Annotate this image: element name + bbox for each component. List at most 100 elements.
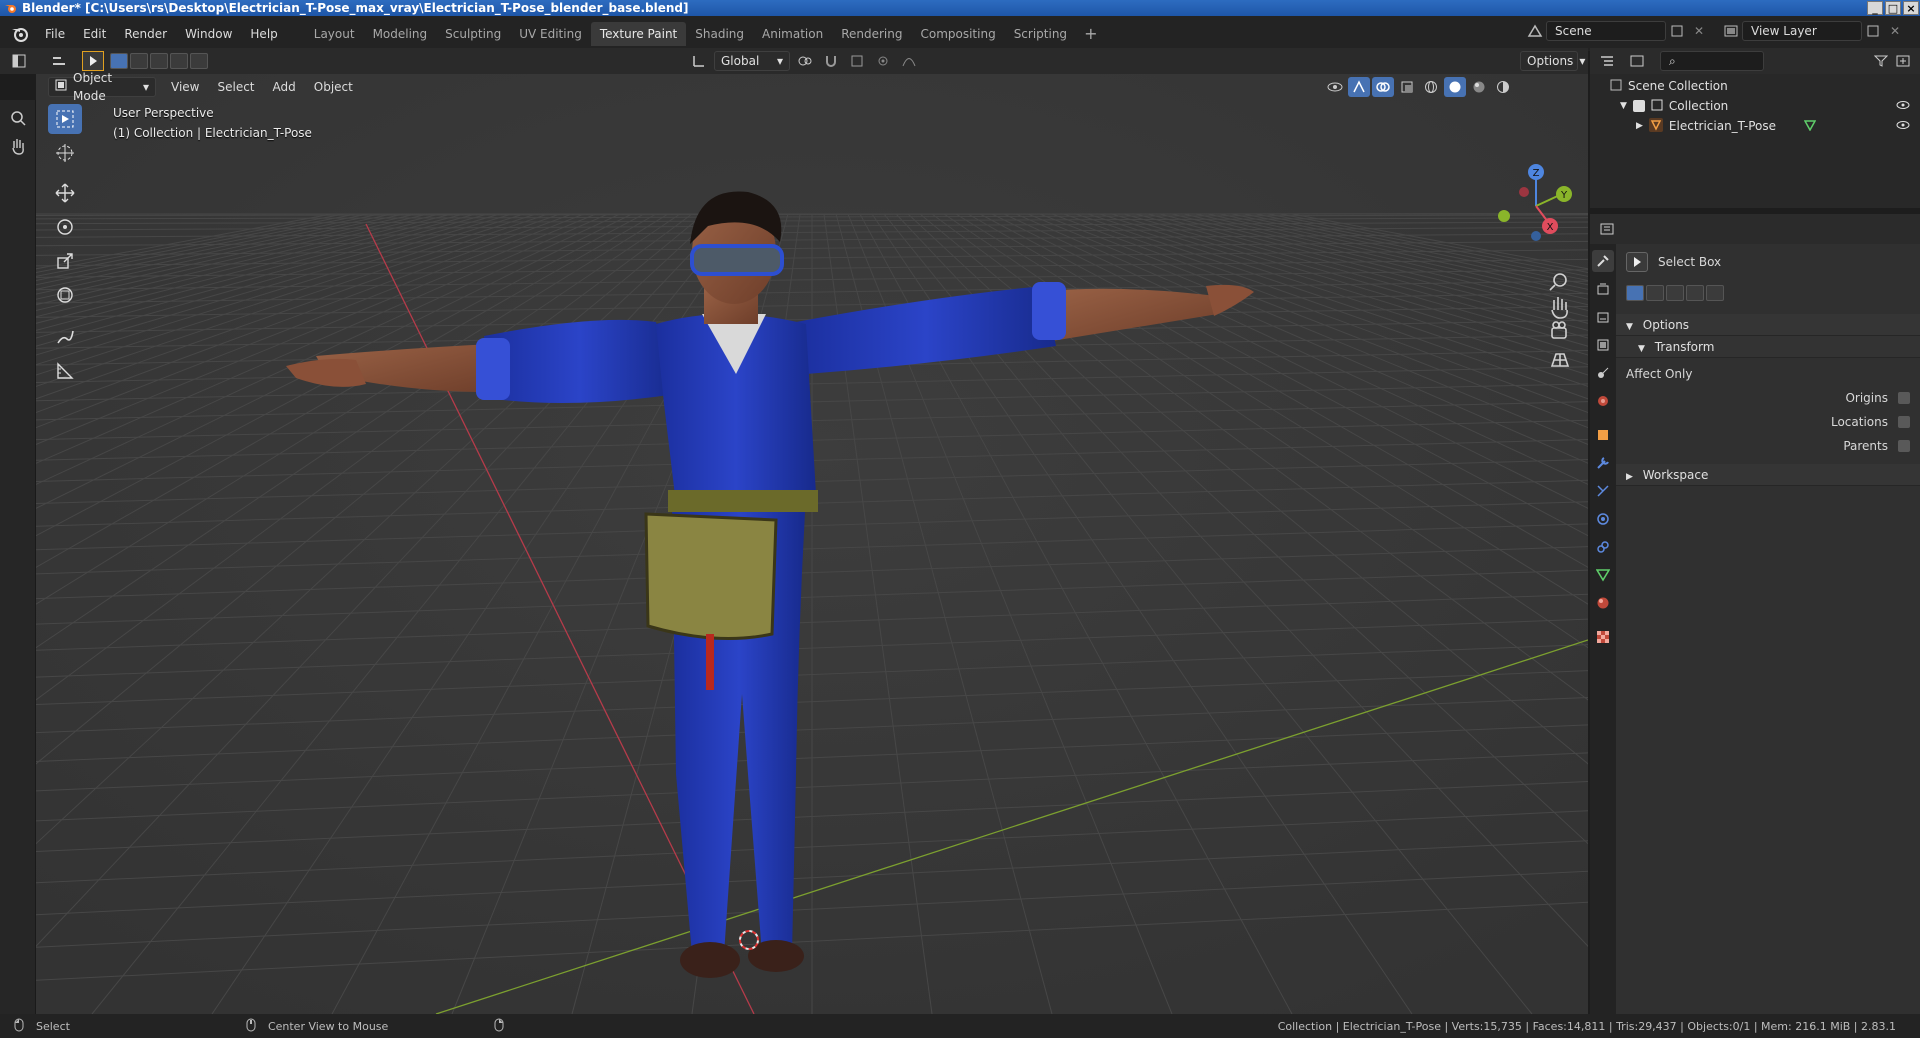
snap-target-icon[interactable] [846,51,868,71]
hand-icon[interactable] [8,136,28,156]
tab-scripting[interactable]: Scripting [1005,22,1076,46]
properties-editor-icon[interactable] [1596,219,1618,239]
delete-scene-icon[interactable]: ✕ [1688,21,1710,41]
scale-tool-icon[interactable] [48,246,82,276]
annotate-tool-icon[interactable] [48,322,82,352]
locations-row[interactable]: Locations [1616,410,1920,434]
object-tab-icon[interactable] [1592,424,1614,446]
transform-tool-icon[interactable] [48,280,82,310]
modifier-tab-icon[interactable] [1592,452,1614,474]
scene-name-field[interactable]: Scene [1546,21,1666,41]
gizmo-neg-z-icon[interactable] [1531,231,1541,241]
extend-selection-icon[interactable] [130,53,148,69]
data-tab-icon[interactable] [1592,564,1614,586]
collection-checkbox[interactable] [1632,100,1645,112]
filter-icon[interactable] [1870,51,1892,71]
rotate-tool-icon[interactable] [48,212,82,242]
physics-tab-icon[interactable] [1592,508,1614,530]
material-tab-icon[interactable] [1592,592,1614,614]
locations-checkbox[interactable] [1898,416,1910,428]
zoom-region-icon[interactable] [8,108,28,128]
constraints-tab-icon[interactable] [1592,536,1614,558]
rendered-shading-icon[interactable] [1492,77,1514,97]
extend-selection-icon[interactable] [1646,285,1664,301]
tool-settings-icon[interactable] [48,51,70,71]
render-tab-icon[interactable] [1592,278,1614,300]
outliner-search-input[interactable]: ⌕ [1660,51,1764,71]
menu-help[interactable]: Help [241,22,286,46]
maximize-button[interactable]: □ [1885,1,1901,15]
origins-checkbox[interactable] [1898,392,1910,404]
mode-dropdown[interactable]: Object Mode ▾ [48,71,156,103]
solid-shading-icon[interactable] [1444,77,1466,97]
intersect-selection-icon[interactable] [1706,285,1724,301]
tab-uv-editing[interactable]: UV Editing [510,22,591,46]
wireframe-shading-icon[interactable] [1420,77,1442,97]
select-tool-icon[interactable] [82,51,104,71]
menu-file[interactable]: File [36,22,74,46]
expand-arrow-icon[interactable]: ▼ [1620,101,1627,111]
close-button[interactable]: × [1903,1,1919,15]
material-preview-icon[interactable] [1468,77,1490,97]
tab-sculpting[interactable]: Sculpting [436,22,510,46]
intersect-selection-icon[interactable] [190,53,208,69]
scene-tab-icon[interactable] [1592,362,1614,384]
tab-rendering[interactable]: Rendering [832,22,911,46]
eye-icon[interactable] [1896,119,1910,133]
new-collection-icon[interactable] [1892,51,1914,71]
view-layer-field[interactable]: View Layer [1742,21,1862,41]
add-workspace-button[interactable]: + [1076,24,1105,43]
select-menu[interactable]: Select [208,75,263,99]
set-new-selection-icon[interactable] [110,53,128,69]
set-selection-icon[interactable] [1626,285,1644,301]
visibility-icon[interactable] [1324,77,1346,97]
scene-icon[interactable] [1524,21,1546,41]
xray-toggle-icon[interactable] [1396,77,1418,97]
blender-menu-icon[interactable] [10,24,30,44]
origins-row[interactable]: Origins [1616,386,1920,410]
parents-row[interactable]: Parents [1616,434,1920,458]
output-tab-icon[interactable] [1592,306,1614,328]
orientation-dropdown[interactable]: Global ▾ [714,51,790,71]
particles-tab-icon[interactable] [1592,480,1614,502]
menu-render[interactable]: Render [115,22,176,46]
minimize-button[interactable]: _ [1867,1,1883,15]
tool-settings-tab-icon[interactable] [1592,250,1614,272]
overlays-toggle-icon[interactable] [1372,77,1394,97]
eye-icon[interactable] [1896,99,1910,113]
tab-texture-paint[interactable]: Texture Paint [590,21,687,46]
outliner-editor-icon[interactable] [1596,51,1618,71]
options-dropdown[interactable]: Options ▾ [1520,51,1585,71]
scene-collection-row[interactable]: Scene Collection [1590,76,1920,96]
new-view-layer-icon[interactable] [1862,21,1884,41]
subtract-selection-icon[interactable] [150,53,168,69]
display-mode-icon[interactable] [1626,51,1648,71]
invert-selection-icon[interactable] [170,53,188,69]
object-row[interactable]: ▶ Electrician_T-Pose [1590,116,1920,136]
options-panel-header[interactable]: ▼ Options [1616,314,1920,336]
transform-subpanel-header[interactable]: ▼ Transform [1616,336,1920,358]
tab-compositing[interactable]: Compositing [911,22,1004,46]
view-menu[interactable]: View [162,75,208,99]
snap-icon[interactable] [820,51,842,71]
tab-layout[interactable]: Layout [305,22,364,46]
view-layer-tab-icon[interactable] [1592,334,1614,356]
view-layer-icon[interactable] [1720,21,1742,41]
texture-tab-icon[interactable] [1592,626,1614,648]
subtract-selection-icon[interactable] [1666,285,1684,301]
proportional-editing-icon[interactable] [872,51,894,71]
move-tool-icon[interactable] [48,178,82,208]
tab-shading[interactable]: Shading [686,22,753,46]
editor-type-icon[interactable] [8,51,30,71]
world-tab-icon[interactable] [1592,390,1614,412]
invert-selection-icon[interactable] [1686,285,1704,301]
collection-row[interactable]: ▼ Collection [1590,96,1920,116]
3d-viewport[interactable]: Z Y X User Perspective (1) Collection | … [36,74,1588,1014]
viewport-canvas[interactable]: Z Y X [36,74,1588,1014]
delete-view-layer-icon[interactable]: ✕ [1884,21,1906,41]
object-menu[interactable]: Object [305,75,362,99]
select-box-tool-icon[interactable] [48,104,82,134]
tab-modeling[interactable]: Modeling [364,22,437,46]
gizmo-neg-x-icon[interactable] [1519,187,1529,197]
menu-window[interactable]: Window [176,22,241,46]
